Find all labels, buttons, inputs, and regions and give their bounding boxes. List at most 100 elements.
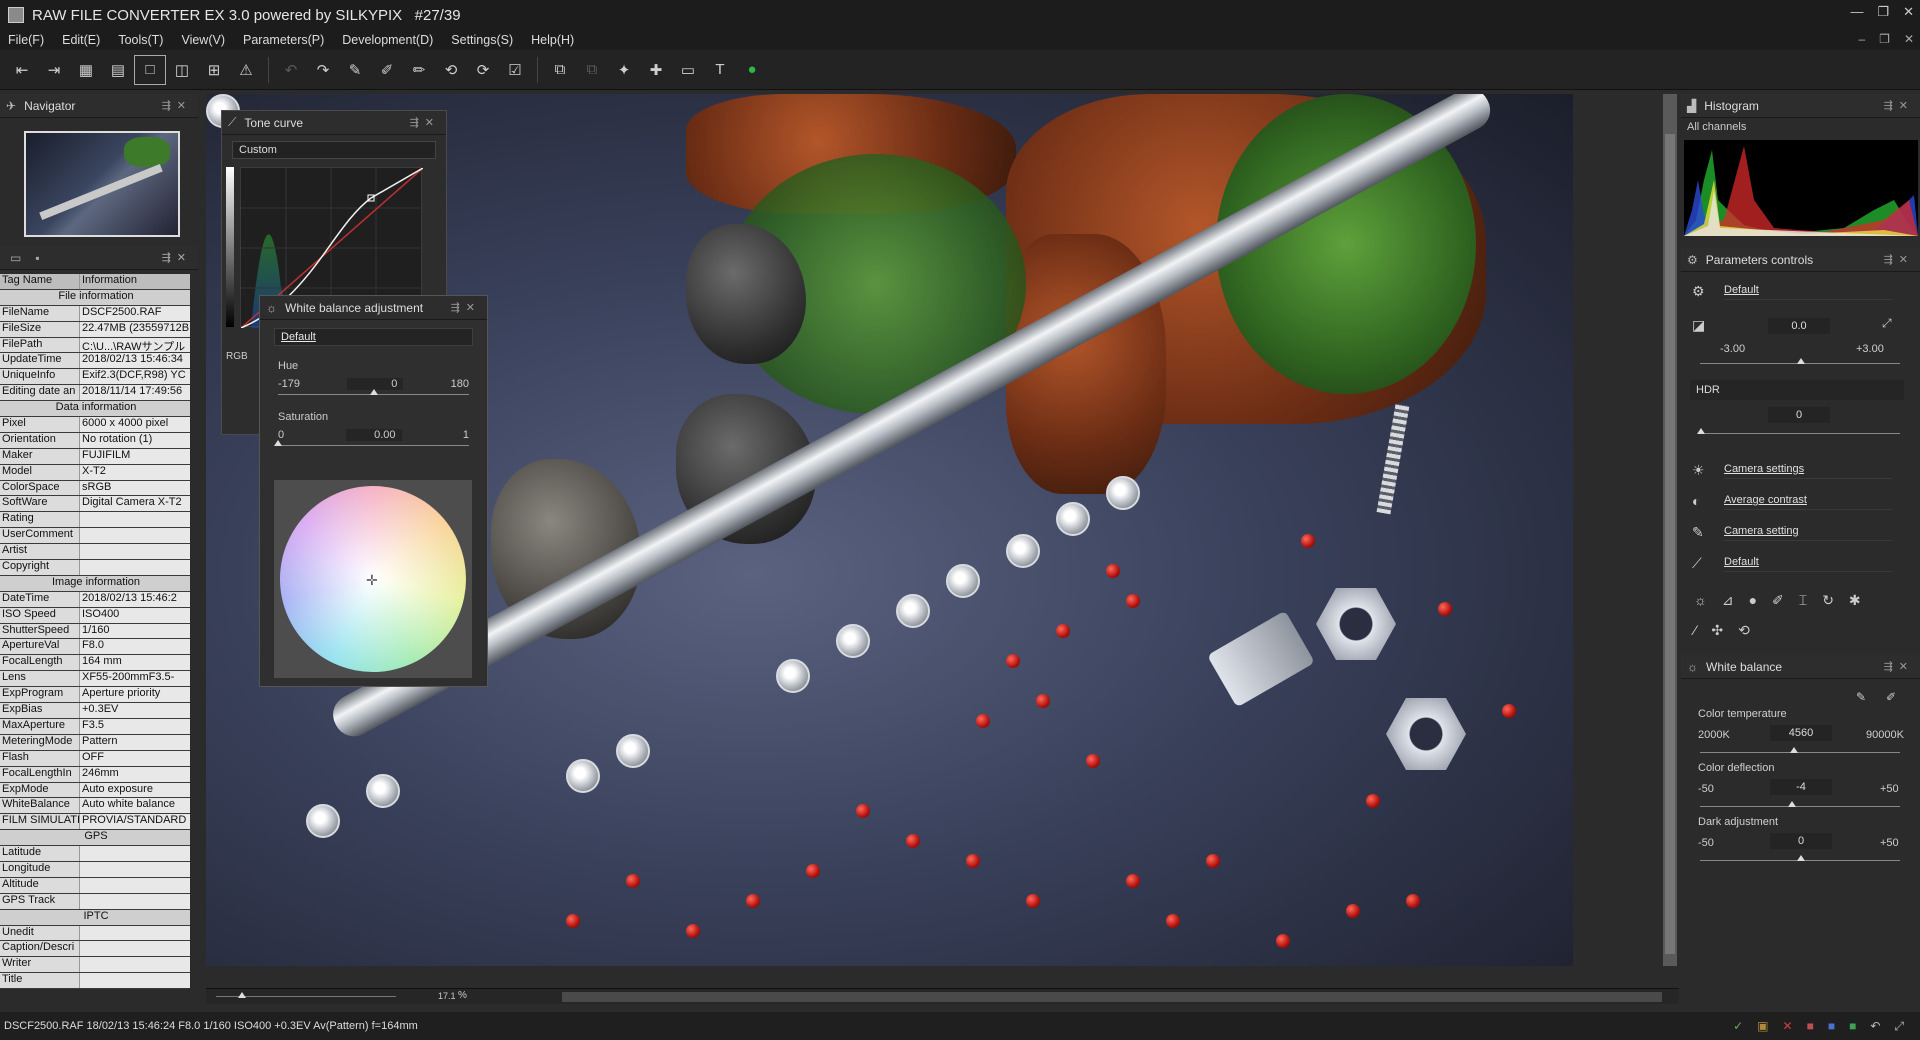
ok-mark-icon[interactable]: ✓: [1733, 1019, 1743, 1034]
info-panel-menu-icon[interactable]: ⇶✕: [162, 251, 192, 264]
rotate-right-icon[interactable]: ⟳: [467, 55, 499, 85]
eyedropper-icon[interactable]: ✎: [339, 55, 371, 85]
table-row[interactable]: Caption/Descri: [0, 941, 190, 958]
saturation-slider[interactable]: [274, 440, 469, 446]
rotate-left-icon[interactable]: ⟲: [435, 55, 467, 85]
lens-tool-icon[interactable]: ⌶: [1799, 592, 1807, 609]
table-row[interactable]: ColorSpace sRGB: [0, 480, 190, 497]
reset-tool-icon[interactable]: ⟲: [1738, 622, 1750, 639]
curve-icon[interactable]: ⟋: [1692, 555, 1712, 572]
undo-icon[interactable]: ↶: [275, 55, 307, 85]
table-row[interactable]: Longitude: [0, 861, 190, 878]
brush-icon[interactable]: ✏: [403, 55, 435, 85]
pen-icon[interactable]: ✎: [1692, 524, 1712, 541]
deflection-value[interactable]: -4: [1770, 779, 1832, 795]
text-icon[interactable]: T: [704, 55, 736, 85]
menu-view[interactable]: View(V): [181, 33, 225, 47]
folder-tab-icon[interactable]: ▭: [10, 251, 21, 265]
table-row[interactable]: Maker FUJIFILM: [0, 448, 190, 465]
doc-restore-icon[interactable]: ❐: [1879, 32, 1890, 46]
redo-icon[interactable]: ↷: [307, 55, 339, 85]
menu-file[interactable]: File(F): [8, 33, 44, 47]
gray-point-icon[interactable]: ✐: [371, 55, 403, 85]
table-row[interactable]: FileName DSCF2500.RAF: [0, 305, 190, 322]
table-row[interactable]: MeteringMode Pattern: [0, 734, 190, 751]
table-row[interactable]: Title: [0, 973, 190, 990]
exposure-icon[interactable]: ◪: [1692, 317, 1712, 334]
table-row[interactable]: Pixel 6000 x 4000 pixel: [0, 417, 190, 433]
menu-settings[interactable]: Settings(S): [451, 33, 513, 47]
table-row[interactable]: ShutterSpeed 1/160: [0, 623, 190, 640]
table-row[interactable]: ISO Speed ISO400: [0, 607, 190, 624]
wb-adjust-preset-select[interactable]: Default: [274, 328, 473, 346]
color-tool-icon[interactable]: ●: [1749, 592, 1757, 609]
table-row[interactable]: MaxAperture F3.5: [0, 718, 190, 735]
deflection-slider[interactable]: [1700, 806, 1900, 807]
warning-icon[interactable]: ⚠: [230, 55, 262, 85]
done-icon[interactable]: ●: [736, 55, 768, 85]
params-menu-icon[interactable]: ⇶✕: [1884, 253, 1914, 266]
table-row[interactable]: Lens XF55-200mmF3.5-: [0, 671, 190, 688]
table-row[interactable]: GPS Track: [0, 893, 190, 910]
comment-tab-icon[interactable]: ▪: [35, 251, 39, 265]
table-row[interactable]: Rating: [0, 512, 190, 529]
table-row[interactable]: FocalLength 164 mm: [0, 655, 190, 672]
paste-params-icon[interactable]: ⧉: [576, 55, 608, 85]
table-row[interactable]: Unedit: [0, 925, 190, 942]
menu-tools[interactable]: Tools(T): [118, 33, 163, 47]
plugin-icon[interactable]: ✚: [640, 55, 672, 85]
table-row[interactable]: Altitude: [0, 877, 190, 894]
table-row[interactable]: UserComment: [0, 528, 190, 545]
dark-value[interactable]: 0: [1770, 833, 1832, 849]
undo-status-icon[interactable]: ↶: [1870, 1019, 1880, 1034]
hdr-select[interactable]: HDR: [1690, 380, 1904, 400]
doc-minimize-icon[interactable]: –: [1858, 32, 1865, 46]
fill-tool-icon[interactable]: ✣: [1711, 622, 1723, 639]
table-row[interactable]: Writer: [0, 957, 190, 974]
zoom-value[interactable]: 17.1: [438, 991, 456, 1001]
table-row[interactable]: FilePath C:\U...\RAWサンプル: [0, 337, 190, 354]
menu-help[interactable]: Help(H): [531, 33, 574, 47]
table-row[interactable]: UniqueInfo Exif2.3(DCF,R98) YC: [0, 369, 190, 386]
temp-slider[interactable]: [1700, 752, 1900, 753]
saturation-value[interactable]: 0.00: [345, 429, 402, 441]
histogram-channel-select[interactable]: All channels: [1681, 118, 1920, 138]
red-label-icon[interactable]: ■: [1807, 1019, 1814, 1034]
curve-tool-icon[interactable]: ⊿: [1722, 592, 1734, 609]
exposure-value[interactable]: 0.0: [1768, 318, 1830, 334]
table-row[interactable]: FileSize 22.47MB (23559712B: [0, 321, 190, 338]
table-row[interactable]: FILM SIMULATI PROVIA/STANDARD: [0, 814, 190, 831]
table-row[interactable]: WhiteBalance Auto white balance: [0, 798, 190, 815]
wb-gray-icon[interactable]: ✐: [1886, 690, 1896, 704]
single-view-icon[interactable]: □: [134, 54, 166, 85]
advanced-tool-icon[interactable]: ✱: [1849, 592, 1861, 609]
table-row[interactable]: Flash OFF: [0, 750, 190, 767]
folder-icon[interactable]: ▣: [1757, 1019, 1768, 1034]
table-row[interactable]: ExpProgram Aperture priority: [0, 687, 190, 704]
table-row[interactable]: Editing date an 2018/11/14 17:49:56: [0, 385, 190, 402]
temp-value[interactable]: 4560: [1770, 725, 1832, 741]
sun-settings-icon[interactable]: ☀: [1692, 462, 1712, 479]
color-select[interactable]: Camera settings: [1724, 461, 1892, 479]
vertical-scrollbar[interactable]: [1663, 94, 1677, 966]
mark-icon[interactable]: ☑: [499, 55, 531, 85]
table-row[interactable]: DateTime 2018/02/13 15:46:2: [0, 591, 190, 608]
col-tag-name[interactable]: Tag Name: [0, 274, 80, 289]
reject-icon[interactable]: ✕: [1783, 1019, 1793, 1034]
thumbnail-view-icon[interactable]: ▦: [70, 55, 102, 85]
wb-tool-icon[interactable]: ☼: [1694, 592, 1707, 609]
hue-slider[interactable]: [278, 389, 469, 395]
histogram-menu-icon[interactable]: ⇶✕: [1884, 99, 1914, 112]
hdr-slider[interactable]: [1700, 433, 1900, 434]
stamp-icon[interactable]: ✦: [608, 55, 640, 85]
hdr-value[interactable]: 0: [1768, 407, 1830, 423]
table-row[interactable]: Latitude: [0, 846, 190, 862]
table-row[interactable]: Orientation No rotation (1): [0, 432, 190, 449]
table-row[interactable]: ExpMode Auto exposure: [0, 782, 190, 799]
doc-close-icon[interactable]: ✕: [1904, 32, 1914, 46]
close-icon[interactable]: ✕: [1903, 4, 1914, 20]
wb-adjust-menu-icon[interactable]: ⇶✕: [451, 301, 481, 314]
table-row[interactable]: ExpBias +0.3EV: [0, 703, 190, 719]
tone-curve-menu-icon[interactable]: ⇶✕: [410, 116, 440, 129]
contrast-icon[interactable]: ◐: [1692, 493, 1712, 509]
